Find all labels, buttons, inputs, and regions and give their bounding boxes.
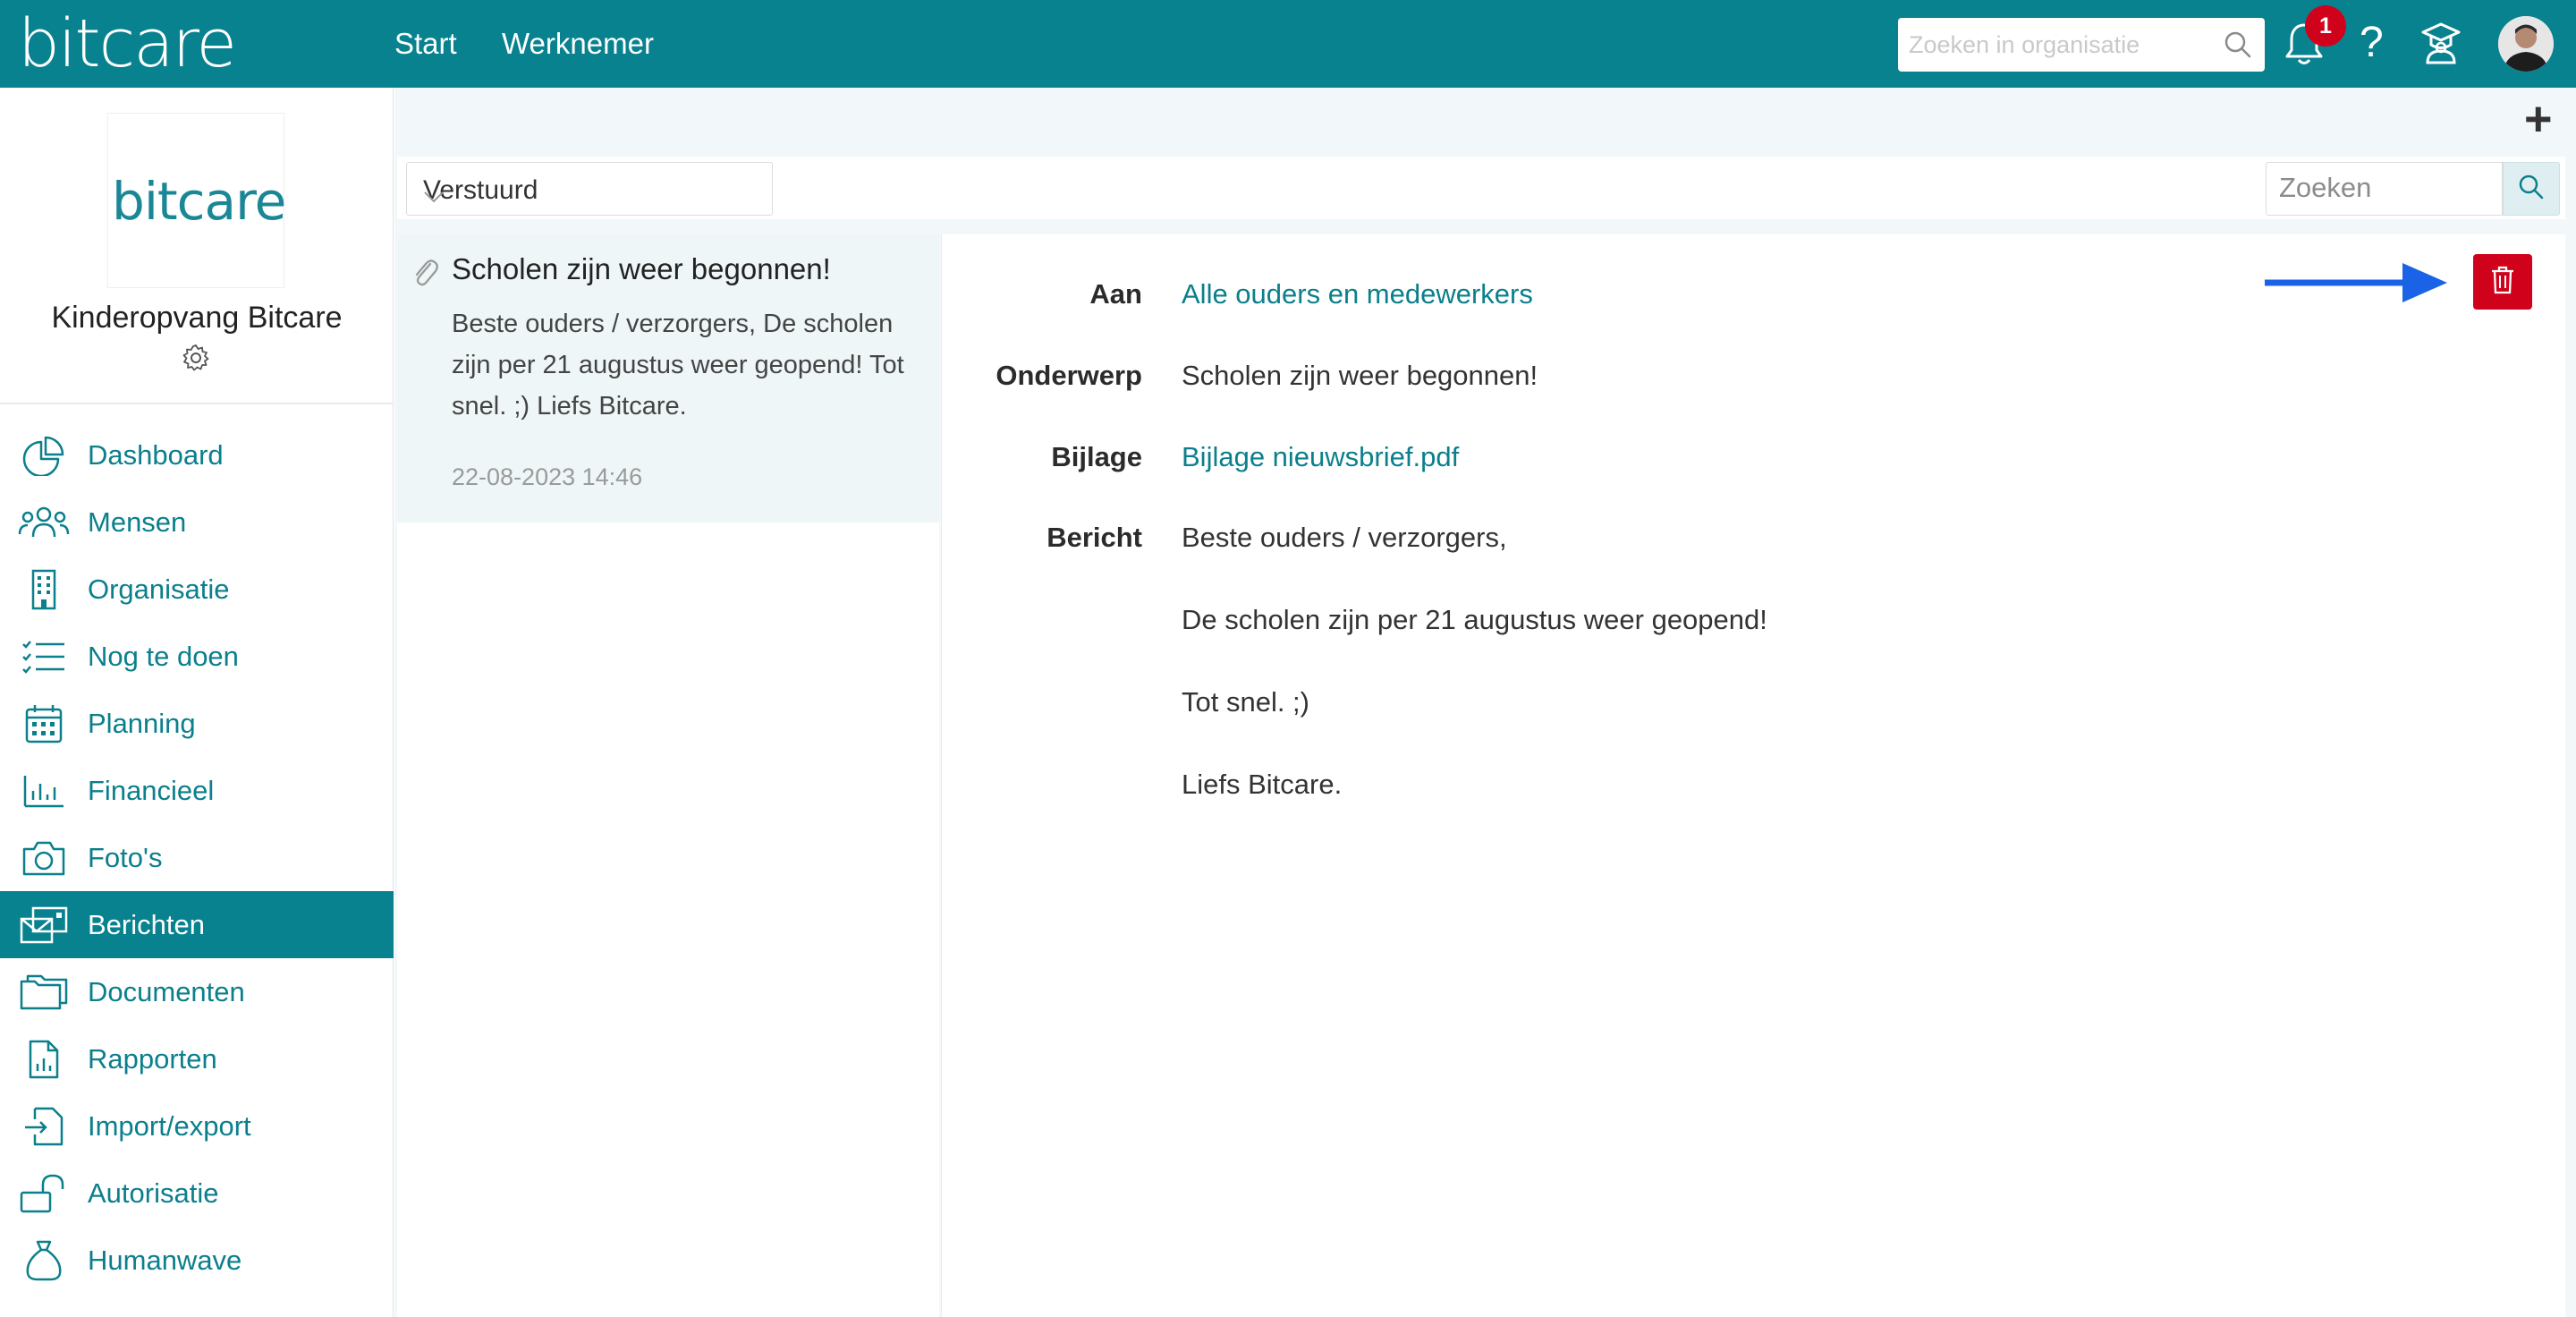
sidebar-item-label: Financieel: [88, 774, 215, 806]
sidebar-item-nog-te-doen[interactable]: Nog te doen: [0, 623, 394, 690]
sidebar-item-label: Mensen: [88, 506, 187, 538]
to-label: Aan: [1089, 278, 1142, 310]
sidebar-item-label: Humanwave: [88, 1244, 242, 1276]
help-icon[interactable]: ?: [2360, 18, 2384, 67]
message-line: Beste ouders / verzorgers,: [1182, 522, 1507, 553]
folder-icon: [0, 973, 88, 1012]
sidebar-item-label: Import/export: [88, 1109, 251, 1142]
bar-chart-icon: [0, 773, 88, 809]
sidebar: bitcare Kinderopvang Bitcare Dashboard M…: [0, 88, 394, 1317]
chevron-down-icon: [423, 181, 752, 211]
search-icon: [2518, 174, 2545, 205]
sidebar-item-label: Organisatie: [88, 573, 230, 605]
sidebar-item-documenten[interactable]: Documenten: [0, 958, 394, 1025]
message-search-button[interactable]: [2503, 162, 2560, 216]
sidebar-item-label: Foto's: [88, 841, 163, 873]
sidebar-item-mensen[interactable]: Mensen: [0, 489, 394, 556]
message-line: Liefs Bitcare.: [1182, 769, 1343, 800]
building-icon: [0, 568, 88, 611]
sidebar-item-fotos[interactable]: Foto's: [0, 824, 394, 891]
import-export-icon: [0, 1106, 88, 1147]
nav-werknemer[interactable]: Werknemer: [502, 27, 654, 61]
sidebar-item-label: Planning: [88, 707, 196, 739]
organisation-name: Kinderopvang Bitcare: [51, 301, 343, 335]
message-filter-select[interactable]: Verstuurd: [406, 162, 773, 216]
message-subject[interactable]: Scholen zijn weer begonnen!: [452, 252, 831, 286]
message-search: [2266, 162, 2503, 216]
paperclip-icon: [412, 257, 439, 293]
sidebar-item-rapporten[interactable]: Rapporten: [0, 1025, 394, 1092]
sidebar-item-label: Documenten: [88, 975, 245, 1007]
people-icon: [0, 505, 88, 540]
chart-pie-icon: [0, 435, 88, 476]
calendar-icon: [0, 703, 88, 744]
add-message-button[interactable]: +: [2524, 95, 2553, 143]
sidebar-item-berichten[interactable]: Berichten: [0, 891, 394, 958]
bitcare-logo[interactable]: bitcare: [18, 5, 237, 82]
sidebar-item-label: Dashboard: [88, 438, 224, 471]
checklist-icon: [0, 639, 88, 675]
organisation-search-input[interactable]: [1898, 18, 2202, 72]
sidebar-item-dashboard[interactable]: Dashboard: [0, 421, 394, 489]
sidebar-item-autorisatie[interactable]: Autorisatie: [0, 1160, 394, 1227]
subject-value: Scholen zijn weer begonnen!: [1182, 360, 1538, 391]
message-line: De scholen zijn per 21 augustus weer geo…: [1182, 604, 1767, 635]
sidebar-item-humanwave[interactable]: Humanwave: [0, 1227, 394, 1294]
attachment-link[interactable]: Bijlage nieuwsbrief.pdf: [1182, 441, 1459, 473]
sidebar-divider: [0, 403, 394, 404]
sidebar-item-label: Nog te doen: [88, 640, 239, 672]
unlock-icon: [0, 1173, 88, 1214]
message-label: Bericht: [1046, 522, 1142, 553]
delete-button[interactable]: [2473, 254, 2532, 310]
message-preview: Beste ouders / verzorgers, De scholen zi…: [452, 310, 904, 421]
sidebar-item-label: Rapporten: [88, 1042, 217, 1075]
notification-badge[interactable]: 1: [2305, 5, 2346, 47]
message-search-input[interactable]: [2267, 163, 2495, 213]
report-icon: [0, 1039, 88, 1080]
sidebar-item-organisatie[interactable]: Organisatie: [0, 556, 394, 623]
recipients-link[interactable]: Alle ouders en medewerkers: [1182, 278, 1533, 310]
sidebar-item-import-export[interactable]: Import/export: [0, 1092, 394, 1160]
organisation-logo: bitcare: [107, 113, 286, 288]
user-avatar[interactable]: [2498, 16, 2554, 72]
sidebar-item-label: Autorisatie: [88, 1177, 219, 1209]
sidebar-item-planning[interactable]: Planning: [0, 690, 394, 757]
academy-icon[interactable]: [2420, 21, 2462, 71]
sidebar-item-financieel[interactable]: Financieel: [0, 757, 394, 824]
message-line: Tot snel. ;): [1182, 686, 1309, 718]
attachment-label: Bijlage: [1051, 441, 1142, 472]
sidebar-menu: Dashboard Mensen Organisatie Nog te doen…: [0, 421, 394, 1294]
trash-icon: [2489, 265, 2516, 300]
search-icon[interactable]: [2224, 30, 2252, 64]
camera-icon: [0, 839, 88, 877]
subject-label: Onderwerp: [996, 360, 1142, 391]
messages-icon: [0, 905, 88, 946]
arrow-right-icon: [2263, 256, 2451, 314]
money-bag-icon: [0, 1239, 88, 1282]
message-date: 22-08-2023 14:46: [452, 463, 643, 490]
gear-icon[interactable]: [181, 343, 211, 378]
nav-start[interactable]: Start: [394, 27, 457, 61]
organisation-search: [1898, 18, 2265, 72]
sidebar-item-label: Berichten: [88, 908, 205, 940]
